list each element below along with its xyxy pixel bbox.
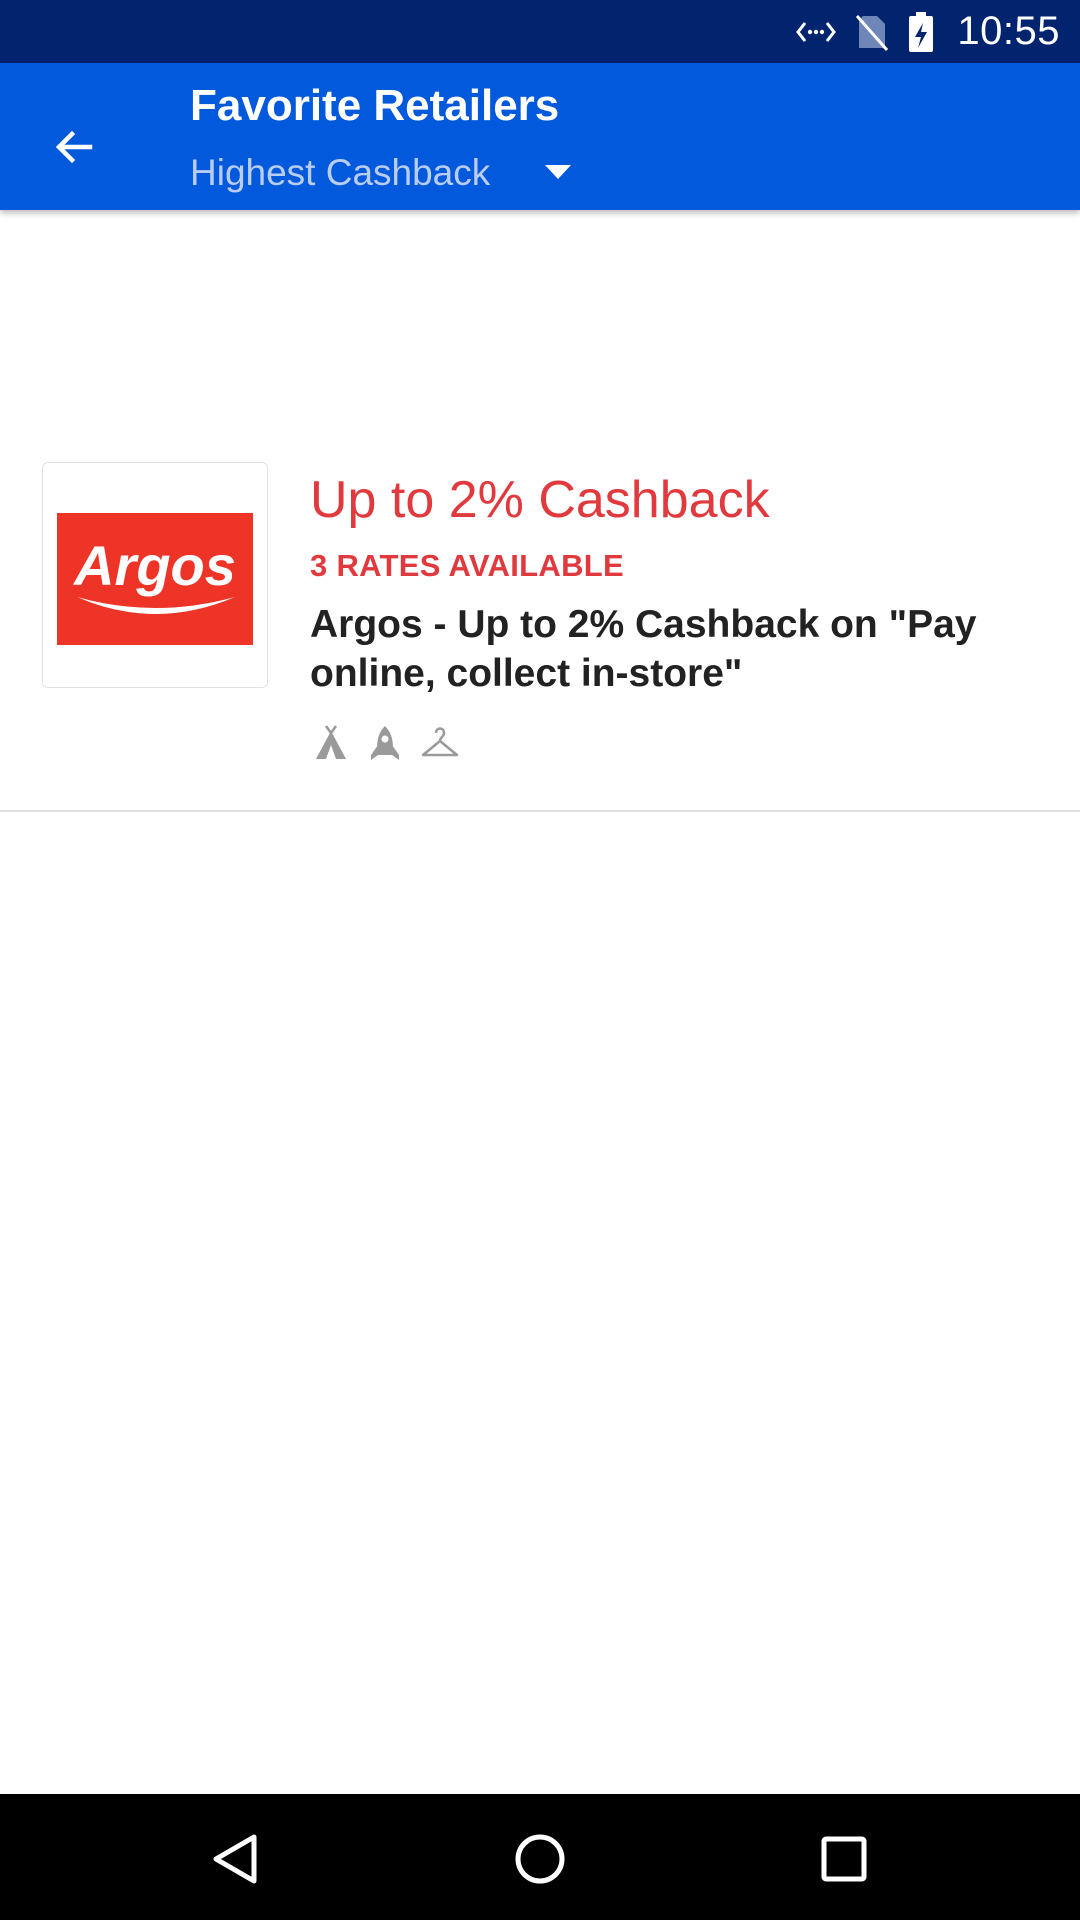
navigation-bar [0,1794,1080,1920]
clock: 10:55 [957,9,1060,53]
rates-available-link[interactable]: 3 RATES AVAILABLE [310,548,624,584]
hanger-icon [420,723,460,763]
app-bar: Favorite Retailers Highest Cashback [0,63,1080,210]
status-bar: 10:55 [0,0,1080,63]
data-transfer-icon [795,17,837,47]
retailer-description: Argos - Up to 2% Cashback on "Pay online… [310,603,977,695]
nav-home-button[interactable] [500,1819,580,1899]
page-title: Favorite Retailers [190,81,560,130]
home-circle-icon [515,1834,565,1884]
caret-down-icon [545,165,571,179]
retailer-list-item[interactable]: Argos Up to 2% Cashback 3 RATES AVAILABL… [0,440,1080,812]
recents-square-icon [821,1836,867,1882]
sort-selected-label: Highest Cashback [190,152,491,193]
nav-recents-button[interactable] [804,1819,884,1899]
no-sim-icon [855,12,889,52]
arrow-back-icon [55,130,93,164]
retailer-logo: Argos [42,462,268,688]
rocket-icon [366,723,404,763]
tent-icon [312,723,350,763]
category-icons [312,723,476,763]
argos-logo: Argos [57,513,253,645]
cashback-title: Up to 2% Cashback [310,471,770,529]
back-triangle-icon [213,1834,257,1884]
back-button[interactable] [26,99,122,195]
sort-dropdown[interactable]: Highest Cashback [190,143,590,203]
svg-text:Argos: Argos [72,534,236,597]
status-icons: 10:55 [777,0,1060,63]
nav-back-button[interactable] [196,1819,276,1899]
battery-charging-icon [907,11,935,53]
